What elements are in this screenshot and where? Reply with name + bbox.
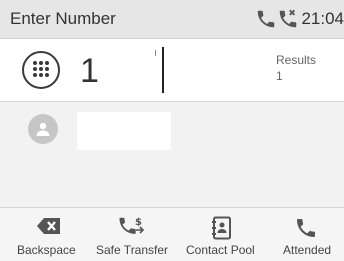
number-input-row: 1 Results 1 (0, 39, 344, 102)
contact-name (77, 112, 171, 150)
contact-pool-button[interactable]: Contact Pool (178, 208, 268, 261)
contact-pool-icon (212, 216, 231, 240)
status-indicators: 21:04 (255, 8, 344, 30)
softkey-bar: Backspace $ Safe Transfer Contact Pool A… (0, 207, 344, 261)
clock-time: 21:04 (301, 9, 344, 28)
number-input[interactable]: 1 (80, 51, 99, 91)
safe-transfer-icon: $ (119, 217, 145, 234)
results-count: 1 (276, 69, 283, 83)
text-cursor (162, 47, 164, 93)
safe-transfer-button[interactable]: $ Safe Transfer (86, 208, 178, 261)
backspace-label: Backspace (17, 243, 76, 257)
backspace-icon (37, 218, 60, 234)
svg-text:$: $ (135, 217, 142, 228)
search-results-list (0, 102, 344, 207)
dialpad-button[interactable] (22, 51, 60, 89)
dialpad-icon (33, 61, 49, 77)
results-label: Results (276, 53, 317, 67)
phone-icon (297, 219, 315, 237)
missed-call-icon (280, 9, 297, 28)
backspace-button[interactable]: Backspace (0, 208, 86, 261)
safe-transfer-label: Safe Transfer (96, 243, 169, 257)
attended-transfer-button[interactable]: Attended (268, 208, 344, 261)
text-marker (155, 50, 156, 56)
status-bar: Enter Number 21:04 (0, 0, 344, 39)
attended-label: Attended (283, 243, 332, 257)
contact-avatar-icon (28, 114, 58, 144)
screen-title: Enter Number (10, 9, 116, 28)
contact-pool-label: Contact Pool (186, 243, 255, 257)
phone-icon (258, 10, 275, 28)
